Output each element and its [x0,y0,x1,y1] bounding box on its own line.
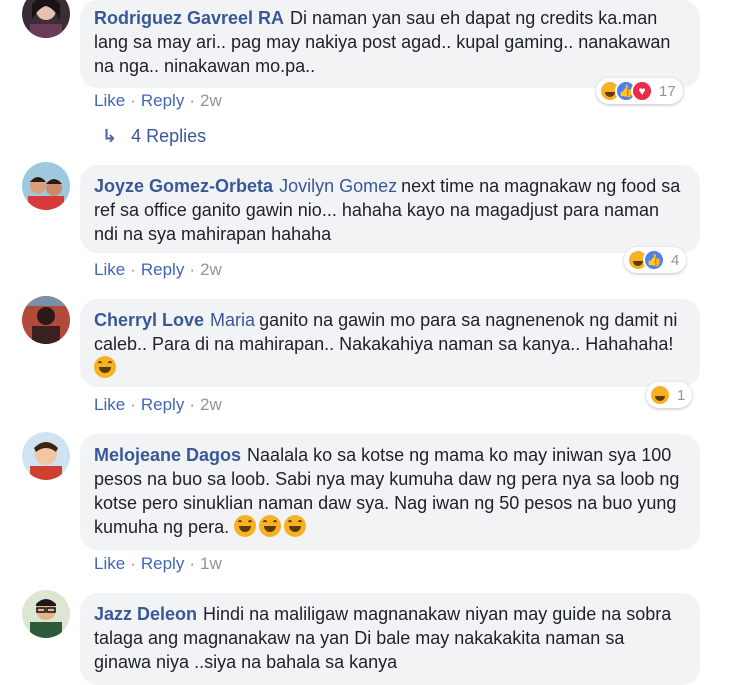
separator-dot: · [130,260,136,279]
avatar[interactable] [22,162,70,210]
tagged-user[interactable]: Maria [210,310,255,330]
reaction-count: 1 [677,386,686,404]
separator-dot: · [130,554,136,573]
reaction-count: 4 [671,251,680,269]
reply-link[interactable]: Reply [141,91,184,110]
separator-dot: · [189,91,195,110]
timestamp[interactable]: 2w [200,91,222,110]
separator-dot: · [130,395,136,414]
tagged-user[interactable]: Jovilyn Gomez [279,176,397,196]
reaction-summary[interactable]: 👍 ♥ 17 [596,78,683,104]
separator-dot: · [130,91,136,110]
like-link[interactable]: Like [94,395,125,414]
commenter-name[interactable]: Cherryl Love [94,310,204,330]
haha-icon [649,384,671,406]
reaction-summary[interactable]: 👍 4 [624,247,687,273]
like-link[interactable]: Like [94,554,125,573]
like-icon: 👍 [643,249,665,271]
timestamp[interactable]: 2w [200,395,222,414]
commenter-name[interactable]: Rodriguez Gavreel RA [94,8,284,28]
comment-actions: Like · Reply · 1w [94,553,222,575]
commenter-name[interactable]: Melojeane Dagos [94,445,241,465]
comment-bubble: Jazz Deleon Hindi na maliligaw magnanakaw… [80,593,700,685]
laughing-emoji-icon [234,515,257,537]
avatar[interactable] [22,590,70,638]
reply-link[interactable]: Reply [141,260,184,279]
like-link[interactable]: Like [94,260,125,279]
comment-bubble: Melojeane Dagos Naalala ko sa kotse ng ma… [80,434,700,550]
reply-link[interactable]: Reply [141,395,184,414]
comment-bubble: Joyze Gomez-Orbeta Jovilyn Gomez next time… [80,165,700,253]
laughing-emoji-icon [284,515,307,537]
separator-dot: · [189,260,195,279]
love-icon: ♥ [631,80,653,102]
comment-actions: Like · Reply · 2w [94,90,222,112]
view-replies-link[interactable]: ↳ 4 Replies [102,126,206,147]
timestamp[interactable]: 2w [200,260,222,279]
laughing-emoji-icon [94,356,116,378]
timestamp[interactable]: 1w [200,554,222,573]
separator-dot: · [189,554,195,573]
comment-bubble: Rodriguez Gavreel RA Di naman yan sau eh … [80,0,700,88]
comment-bubble: Cherryl Love Maria ganito na gawin mo para… [80,299,700,387]
reply-link[interactable]: Reply [141,554,184,573]
reply-arrow-icon: ↳ [102,126,118,146]
reaction-summary[interactable]: 1 [646,382,693,408]
reaction-count: 17 [659,82,676,100]
laughing-emoji-icon [259,515,282,537]
separator-dot: · [189,395,195,414]
commenter-name[interactable]: Joyze Gomez-Orbeta [94,176,273,196]
replies-count: 4 Replies [131,126,207,146]
commenter-name[interactable]: Jazz Deleon [94,604,197,624]
comment-actions: Like · Reply · 2w [94,394,222,416]
avatar[interactable] [22,432,70,480]
avatar[interactable] [22,0,70,38]
avatar[interactable] [22,296,70,344]
like-link[interactable]: Like [94,91,125,110]
comment-actions: Like · Reply · 2w [94,259,222,281]
